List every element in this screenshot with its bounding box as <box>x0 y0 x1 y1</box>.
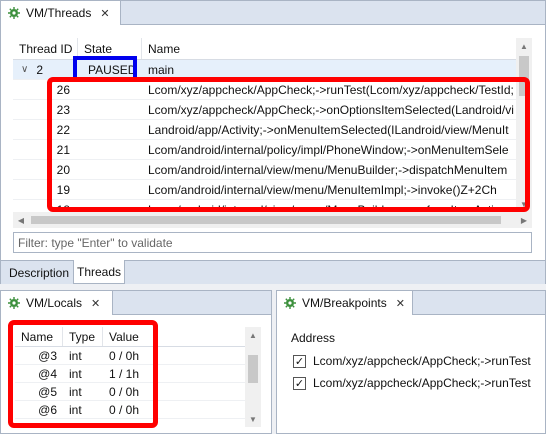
frame-name: Landroid/app/Activity;->onMenuItemSelect… <box>148 122 509 137</box>
scroll-thumb[interactable] <box>519 56 529 96</box>
locals-vertical-scrollbar[interactable]: ▲ ▼ <box>245 327 261 427</box>
frame-id: 19 <box>56 182 70 197</box>
local-name: @3 <box>38 348 57 363</box>
local-value: 0 / 0h <box>109 348 140 363</box>
threads-table-header: Thread ID State Name <box>13 38 516 60</box>
breakpoints-panel: VM/Breakpoints ✕ Address ✓ Lcom/xyz/appc… <box>276 290 546 434</box>
frame-name: Lcom/xyz/appcheck/AppCheck;->runTest(Lco… <box>148 82 514 97</box>
scroll-up-icon[interactable]: ▲ <box>245 327 261 343</box>
scroll-left-icon[interactable]: ◀ <box>13 212 29 228</box>
frame-id: 20 <box>56 162 70 177</box>
threads-vertical-scrollbar[interactable]: ▲ ▼ <box>516 38 532 212</box>
scroll-up-icon[interactable]: ▲ <box>516 38 532 54</box>
tab-vm-breakpoints[interactable]: VM/Breakpoints ✕ <box>277 291 413 315</box>
chevron-down-icon[interactable]: ∨ <box>21 64 28 75</box>
tab-vm-threads[interactable]: VM/Threads ✕ <box>1 1 121 25</box>
breakpoint-checkbox[interactable]: ✓ <box>293 354 306 368</box>
frame-id: 23 <box>56 102 70 117</box>
close-icon[interactable]: ✕ <box>396 297 405 310</box>
local-value: 1 / 1h <box>109 366 140 381</box>
table-row[interactable]: 20 Lcom/android/internal/view/menu/MenuB… <box>13 160 516 180</box>
local-value: 0 / 0h <box>109 384 140 399</box>
scroll-down-icon[interactable]: ▼ <box>516 196 532 212</box>
thread-name: main <box>148 62 175 77</box>
locals-table-header: Name Type Value <box>15 327 245 347</box>
table-row[interactable]: 22 Landroid/app/Activity;->onMenuItemSel… <box>13 120 516 140</box>
column-header-type[interactable]: Type <box>63 327 103 346</box>
close-icon[interactable]: ✕ <box>100 7 109 20</box>
tab-vm-breakpoints-label: VM/Breakpoints <box>302 296 387 310</box>
breakpoint-checkbox[interactable]: ✓ <box>293 376 306 390</box>
threads-bottom-tabbar: Description Threads <box>1 260 545 284</box>
column-header-address[interactable]: Address <box>291 329 335 347</box>
frame-name: Lcom/xyz/appcheck/AppCheck;->onOptionsIt… <box>148 102 514 117</box>
locals-panel: VM/Locals ✕ Name Type Value @3 int 0 / 0… <box>0 290 272 434</box>
column-header-name[interactable]: Name <box>15 327 63 346</box>
frame-name: Lcom/android/internal/policy/impl/PhoneW… <box>148 142 509 157</box>
column-header-thread-id[interactable]: Thread ID <box>13 38 78 59</box>
table-row[interactable]: @5 int 0 / 0h <box>15 383 245 401</box>
scroll-right-icon[interactable]: ▶ <box>516 212 532 228</box>
table-row[interactable]: 19 Lcom/android/internal/view/menu/MenuI… <box>13 180 516 200</box>
frame-name: Lcom/android/internal/view/menu/MenuItem… <box>148 182 497 197</box>
filter-input[interactable]: Filter: type "Enter" to validate <box>13 232 532 253</box>
breakpoint-label: Lcom/xyz/appcheck/AppCheck;->runTest <box>313 376 531 390</box>
breakpoint-item[interactable]: ✓ Lcom/xyz/appcheck/AppCheck;->runTest <box>293 351 541 371</box>
threads-panel: VM/Threads ✕ Thread ID State Name ∨ 2 PA… <box>0 0 546 284</box>
threads-tabbar: VM/Threads ✕ <box>1 1 545 25</box>
table-row[interactable]: @4 int 1 / 1h <box>15 365 245 383</box>
table-row[interactable]: @6 int 0 / 0h <box>15 401 245 419</box>
threads-horizontal-scrollbar[interactable]: ◀ ▶ <box>13 212 532 228</box>
breakpoint-item[interactable]: ✓ Lcom/xyz/appcheck/AppCheck;->runTest <box>293 373 541 393</box>
local-name: @4 <box>38 366 57 381</box>
breakpoint-label: Lcom/xyz/appcheck/AppCheck;->runTest <box>313 354 531 368</box>
bug-gear-icon <box>8 297 20 309</box>
frame-id: 21 <box>56 142 70 157</box>
frame-id: 26 <box>56 82 70 97</box>
table-row[interactable]: @3 int 0 / 0h <box>15 347 245 365</box>
filter-placeholder: Filter: type "Enter" to validate <box>18 235 173 250</box>
thread-row-main[interactable]: ∨ 2 PAUSED main <box>13 60 516 80</box>
tab-threads[interactable]: Threads <box>73 260 125 284</box>
breakpoints-tabbar: VM/Breakpoints ✕ <box>277 291 545 315</box>
bug-gear-icon <box>284 297 296 309</box>
local-type: int <box>69 366 82 381</box>
scroll-thumb[interactable] <box>31 216 501 224</box>
local-value: 0 / 0h <box>109 402 140 417</box>
tab-vm-locals-label: VM/Locals <box>26 296 83 310</box>
scroll-down-icon[interactable]: ▼ <box>245 411 261 427</box>
tab-vm-threads-label: VM/Threads <box>26 6 92 20</box>
close-icon[interactable]: ✕ <box>91 297 100 310</box>
table-row[interactable]: 23 Lcom/xyz/appcheck/AppCheck;->onOption… <box>13 100 516 120</box>
thread-state: PAUSED <box>88 62 137 77</box>
column-header-name[interactable]: Name <box>142 38 516 59</box>
local-name: @5 <box>38 384 57 399</box>
breakpoints-list: Address ✓ Lcom/xyz/appcheck/AppCheck;->r… <box>287 325 541 429</box>
threads-table: Thread ID State Name ∨ 2 PAUSED main 26 … <box>13 38 532 228</box>
thread-id: 2 <box>36 62 44 77</box>
table-row[interactable]: 26 Lcom/xyz/appcheck/AppCheck;->runTest(… <box>13 80 516 100</box>
frame-id: 22 <box>56 122 70 137</box>
local-name: @6 <box>38 402 57 417</box>
scroll-thumb[interactable] <box>248 355 258 383</box>
table-row[interactable]: 21 Lcom/android/internal/policy/impl/Pho… <box>13 140 516 160</box>
frame-name: Lcom/android/internal/view/menu/MenuBuil… <box>148 162 508 177</box>
bug-gear-icon <box>8 7 20 19</box>
locals-table: Name Type Value @3 int 0 / 0h @4 int 1 /… <box>15 327 261 427</box>
column-header-value[interactable]: Value <box>103 327 245 346</box>
local-type: int <box>69 402 82 417</box>
locals-tabbar: VM/Locals ✕ <box>1 291 271 315</box>
local-type: int <box>69 348 82 363</box>
column-header-state[interactable]: State <box>78 38 142 59</box>
tab-vm-locals[interactable]: VM/Locals ✕ <box>1 291 113 315</box>
local-type: int <box>69 384 82 399</box>
tab-description[interactable]: Description <box>5 261 73 284</box>
